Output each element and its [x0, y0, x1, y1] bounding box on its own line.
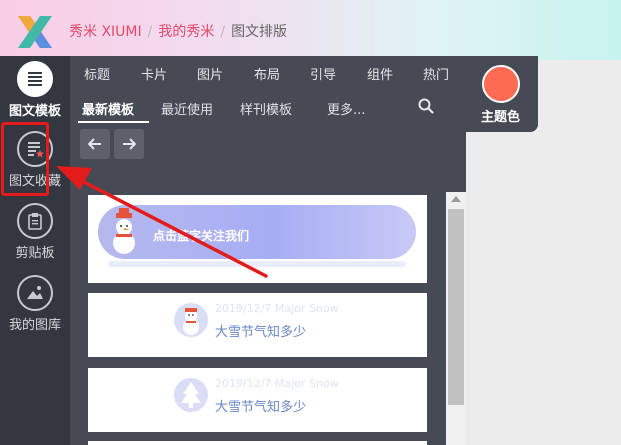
scroll-up-arrow-icon[interactable]: [451, 196, 461, 202]
snowman-avatar-icon: [174, 303, 208, 337]
category-component[interactable]: 组件: [367, 64, 393, 83]
search-icon[interactable]: [417, 97, 435, 115]
xiumi-logo-icon[interactable]: [14, 12, 56, 52]
sidebar-item-gallery[interactable]: 我的图库: [0, 275, 70, 333]
template-icon: [17, 61, 53, 97]
breadcrumb: 秀米 XIUMI / 我的秀米 / 图文排版: [69, 21, 287, 41]
snow-tree-avatar-icon: [174, 378, 208, 412]
follow-banner-text: 点击蓝字关注我们: [153, 229, 250, 243]
template-card-partial: [88, 441, 427, 445]
breadcrumb-current: 图文排版: [231, 24, 288, 40]
category-image[interactable]: 图片: [197, 64, 223, 83]
category-title[interactable]: 标题: [84, 64, 110, 83]
active-tab-underline: [78, 121, 149, 123]
breadcrumb-my[interactable]: 我的秀米: [158, 24, 214, 40]
annotation-highlight-box: [1, 122, 49, 196]
category-layout[interactable]: 布局: [254, 64, 280, 83]
scrollbar-thumb[interactable]: [448, 209, 464, 405]
category-guide[interactable]: 引导: [310, 64, 336, 83]
arrow-right-icon: [123, 138, 136, 150]
sidebar-item-templates[interactable]: 图文模板: [0, 61, 70, 119]
card-date: 2019/12/7 Major Snow: [215, 302, 339, 315]
sidebar-item-label: 剪贴板: [15, 246, 55, 261]
card-title: 大雪节气知多少: [215, 325, 307, 340]
card-title: 大雪节气知多少: [215, 400, 307, 415]
tab-sample[interactable]: 样刊模板: [240, 99, 292, 118]
category-popular[interactable]: 热门: [423, 64, 449, 83]
breadcrumb-separator: /: [220, 24, 226, 40]
breadcrumb-site[interactable]: 秀米 XIUMI: [69, 24, 142, 40]
theme-color-swatch[interactable]: [482, 65, 520, 103]
sidebar-item-label: 图文模板: [8, 104, 61, 119]
sidebar-item-label: 我的图库: [8, 318, 61, 333]
clipboard-icon: [17, 203, 53, 239]
category-card[interactable]: 卡片: [141, 64, 167, 83]
tab-latest[interactable]: 最新模板: [82, 99, 134, 118]
follow-banner: 点击蓝字关注我们: [98, 205, 416, 259]
next-button[interactable]: [114, 129, 144, 159]
snow-ground: [108, 261, 406, 267]
top-bar: 秀米 XIUMI / 我的秀米 / 图文排版: [0, 0, 621, 60]
arrow-left-icon: [88, 138, 101, 150]
tab-more[interactable]: 更多...: [327, 99, 365, 118]
template-card-snow-1[interactable]: 2019/12/7 Major Snow 大雪节气知多少: [88, 293, 427, 357]
prev-button[interactable]: [80, 129, 110, 159]
theme-color-label[interactable]: 主题色: [481, 106, 520, 125]
template-card-banner[interactable]: 点击蓝字关注我们: [88, 195, 427, 283]
snowman-icon: [113, 208, 135, 254]
tab-recent[interactable]: 最近使用: [161, 99, 213, 118]
gallery-icon: [17, 275, 53, 311]
sidebar-item-clipboard[interactable]: 剪贴板: [0, 203, 70, 261]
card-date: 2019/12/7 Major Snow: [215, 377, 339, 390]
template-card-snow-2[interactable]: 2019/12/7 Major Snow 大雪节气知多少: [88, 368, 427, 432]
breadcrumb-separator: /: [147, 24, 153, 40]
